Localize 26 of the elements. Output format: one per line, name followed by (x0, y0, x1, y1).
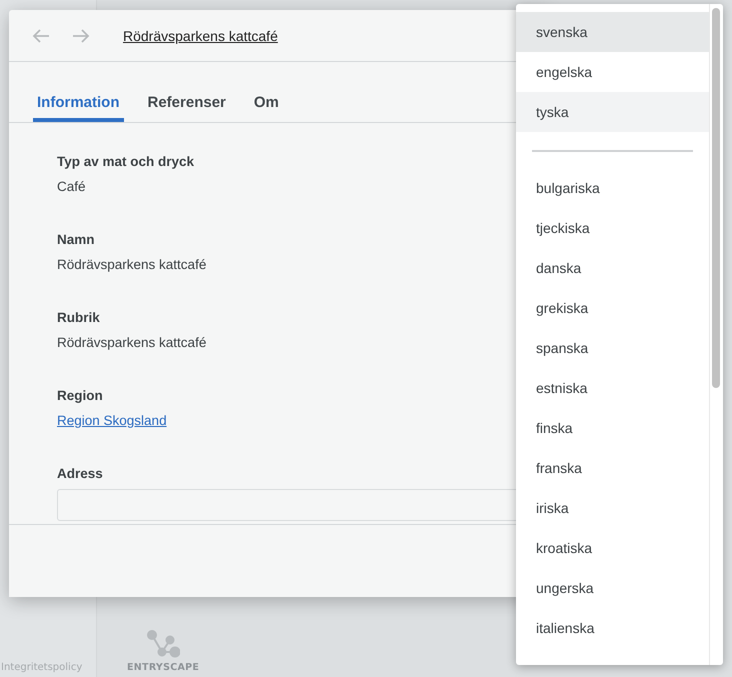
scrollbar-thumb[interactable] (712, 8, 720, 388)
menu-item[interactable]: grekiska (516, 288, 709, 328)
tab[interactable]: Information (33, 94, 124, 122)
logo-text: ENTRYSCAPE (127, 662, 200, 673)
menu-item[interactable]: tyska (516, 92, 709, 132)
tab[interactable]: Om (250, 94, 283, 122)
menu-item[interactable]: iriska (516, 488, 709, 528)
menu-item[interactable]: tjeckiska (516, 208, 709, 248)
region-link[interactable]: Region Skogsland (57, 413, 167, 428)
menu-item[interactable]: finska (516, 408, 709, 448)
menu-item[interactable]: ungerska (516, 568, 709, 608)
tab[interactable]: Referenser (144, 94, 230, 122)
menu-item[interactable]: italienska (516, 608, 709, 648)
menu-item[interactable]: franska (516, 448, 709, 488)
field-label: Rubrik (57, 310, 101, 325)
menu-item[interactable]: svenska (516, 12, 709, 52)
field-label: Typ av mat och dryck (57, 154, 196, 169)
field-label: Namn (57, 232, 96, 247)
menu-item[interactable]: danska (516, 248, 709, 288)
logo-icon (146, 630, 180, 660)
menu-item[interactable]: estniska (516, 368, 709, 408)
menu-item[interactable]: bulgariska (516, 168, 709, 208)
menu-item[interactable]: spanska (516, 328, 709, 368)
dialog-title[interactable]: Rödrävsparkens kattcafé (123, 28, 278, 44)
menu-item[interactable]: engelska (516, 52, 709, 92)
menu-item[interactable]: kroatiska (516, 528, 709, 568)
